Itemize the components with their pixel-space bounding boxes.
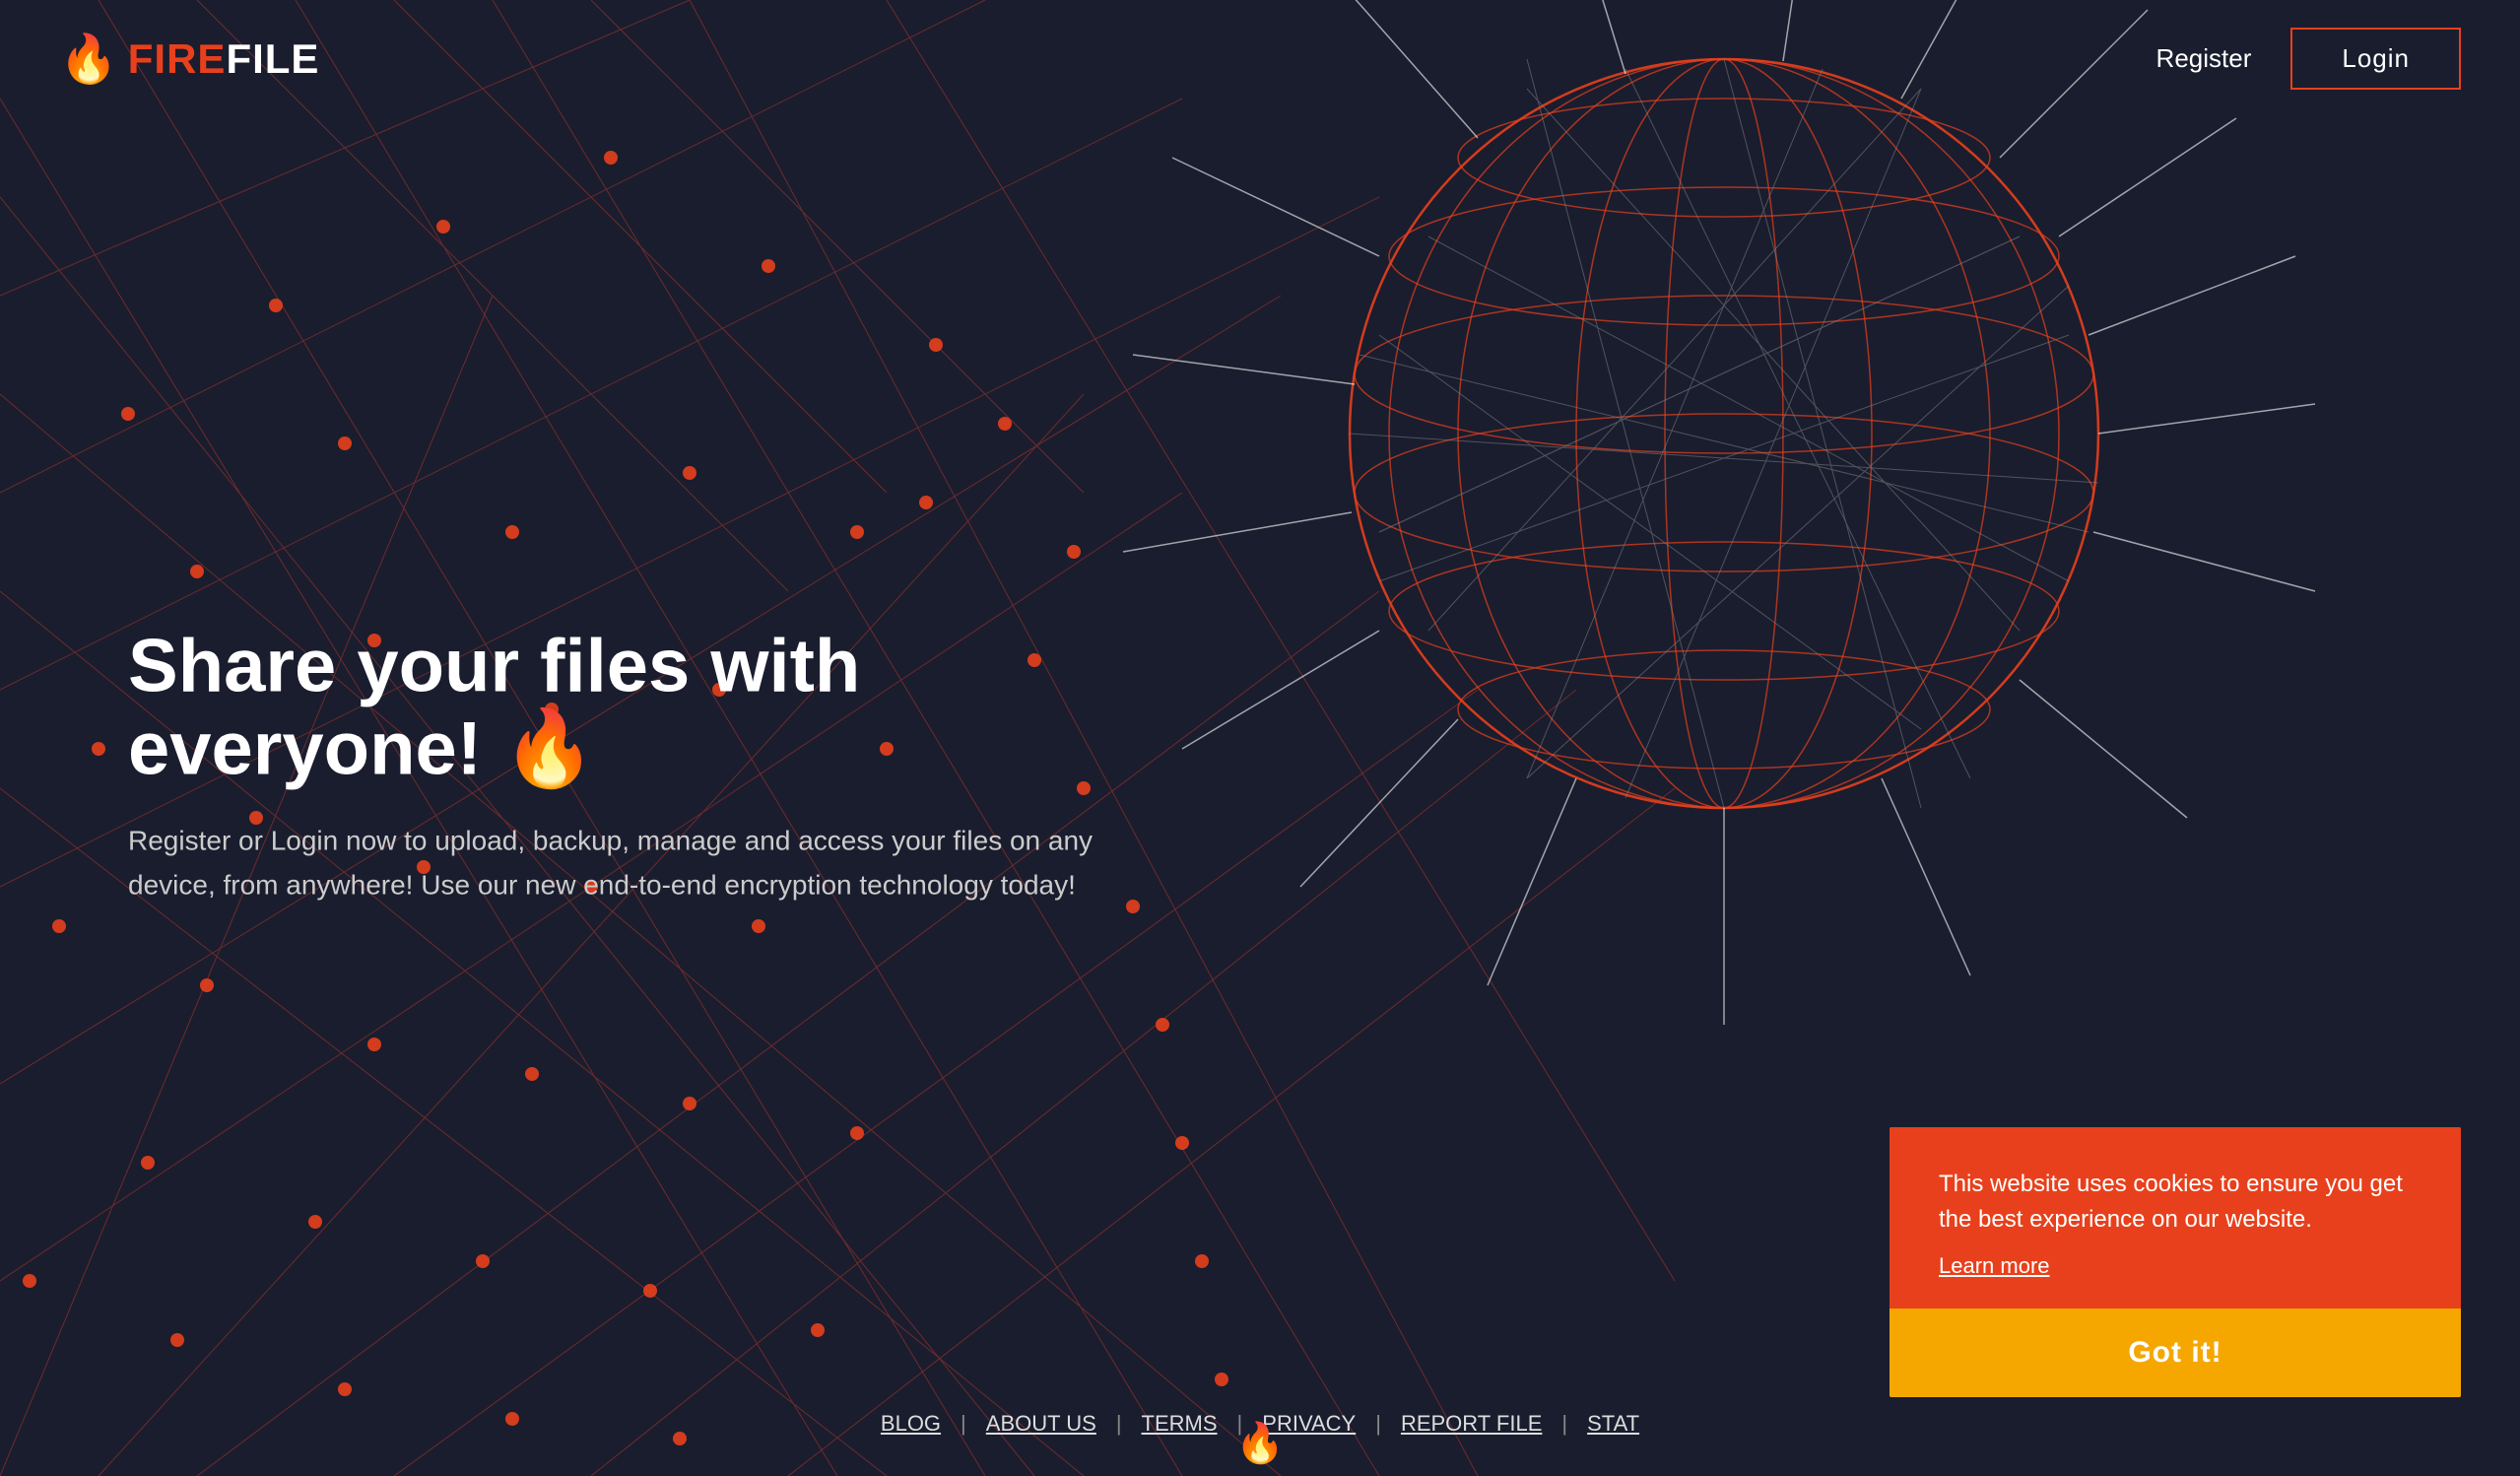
cookie-banner: This website uses cookies to ensure you … xyxy=(1890,1127,2461,1397)
cookie-learn-more-link[interactable]: Learn more xyxy=(1939,1253,2050,1279)
footer-sep-5: | xyxy=(1561,1411,1567,1437)
cookie-accept-button[interactable]: Got it! xyxy=(1890,1308,2461,1397)
cookie-text: This website uses cookies to ensure you … xyxy=(1939,1167,2412,1238)
hero-section: Share your files with everyone! 🔥 Regist… xyxy=(128,625,1212,907)
footer-link-terms[interactable]: TERMS xyxy=(1142,1411,1218,1437)
logo: 🔥 FIREFILE xyxy=(59,31,319,87)
hero-subtitle: Register or Login now to upload, backup,… xyxy=(128,819,1113,907)
hero-title: Share your files with everyone! 🔥 xyxy=(128,625,1212,789)
footer-link-about[interactable]: ABOUT US xyxy=(986,1411,1096,1437)
logo-fire: FIRE xyxy=(128,35,227,82)
footer-link-blog[interactable]: BLOG xyxy=(881,1411,941,1437)
flame-logo-icon: 🔥 xyxy=(59,31,118,87)
logo-text: FIREFILE xyxy=(128,35,320,83)
footer-link-stat[interactable]: STAT xyxy=(1587,1411,1639,1437)
logo-file: FILE xyxy=(226,35,319,82)
bottom-flame-icon: 🔥 xyxy=(1235,1420,1285,1466)
footer-sep-1: | xyxy=(961,1411,966,1437)
footer-sep-2: | xyxy=(1116,1411,1122,1437)
register-link[interactable]: Register xyxy=(2156,43,2252,74)
cookie-content: This website uses cookies to ensure you … xyxy=(1890,1127,2461,1308)
header: 🔥 FIREFILE Register Login xyxy=(0,0,2520,117)
footer-sep-4: | xyxy=(1375,1411,1381,1437)
nav-right: Register Login xyxy=(2156,28,2461,90)
login-button[interactable]: Login xyxy=(2290,28,2461,90)
footer-link-report[interactable]: REPORT FILE xyxy=(1401,1411,1542,1437)
